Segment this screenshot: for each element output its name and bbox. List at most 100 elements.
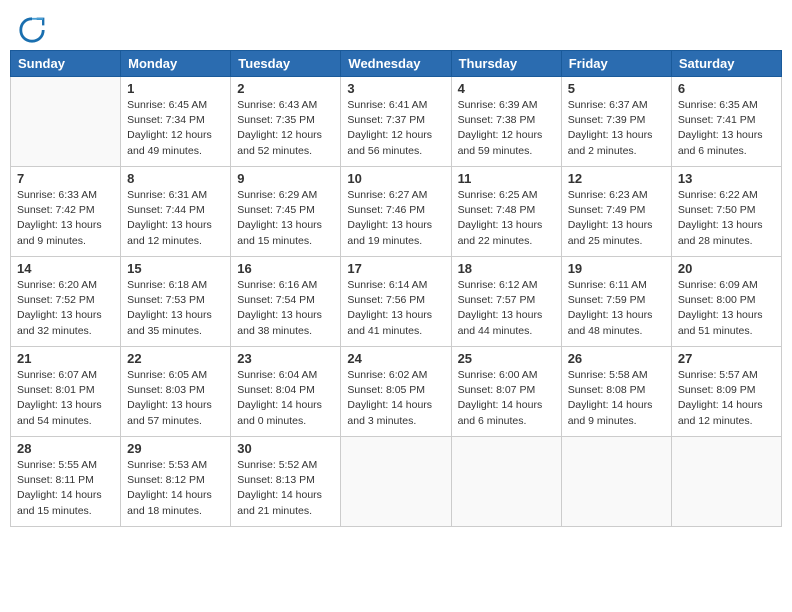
- weekday-header-wednesday: Wednesday: [341, 51, 451, 77]
- day-number: 7: [17, 171, 114, 186]
- calendar-cell: 19 Sunrise: 6:11 AMSunset: 7:59 PMDayligh…: [561, 257, 671, 347]
- calendar-cell: 24 Sunrise: 6:02 AMSunset: 8:05 PMDayligh…: [341, 347, 451, 437]
- calendar-cell: [671, 437, 781, 527]
- calendar-cell: 13Sunrise: 6:22 AMSunset: 7:50 PMDayligh…: [671, 167, 781, 257]
- day-number: 10: [347, 171, 444, 186]
- calendar-cell: 2 Sunrise: 6:43 AMSunset: 7:35 PMDaylight…: [231, 77, 341, 167]
- day-info: Sunrise: 6:37 AMSunset: 7:39 PMDaylight:…: [568, 98, 665, 159]
- day-number: 11: [458, 171, 555, 186]
- day-info: Sunrise: 6:25 AMSunset: 7:48 PMDaylight:…: [458, 188, 555, 249]
- day-info: Sunrise: 6:18 AMSunset: 7:53 PMDaylight:…: [127, 278, 224, 339]
- day-info: Sunrise: 6:35 AMSunset: 7:41 PMDaylight:…: [678, 98, 775, 159]
- week-row-2: 7 Sunrise: 6:33 AMSunset: 7:42 PMDaylight…: [11, 167, 782, 257]
- day-number: 17: [347, 261, 444, 276]
- calendar-cell: 22Sunrise: 6:05 AMSunset: 8:03 PMDayligh…: [121, 347, 231, 437]
- day-info: Sunrise: 6:16 AMSunset: 7:54 PMDaylight:…: [237, 278, 334, 339]
- day-number: 25: [458, 351, 555, 366]
- day-info: Sunrise: 5:55 AMSunset: 8:11 PMDaylight:…: [17, 458, 114, 519]
- week-row-5: 28 Sunrise: 5:55 AMSunset: 8:11 PMDayligh…: [11, 437, 782, 527]
- day-info: Sunrise: 6:27 AMSunset: 7:46 PMDaylight:…: [347, 188, 444, 249]
- day-number: 28: [17, 441, 114, 456]
- calendar-cell: [451, 437, 561, 527]
- calendar-cell: 8 Sunrise: 6:31 AMSunset: 7:44 PMDaylight…: [121, 167, 231, 257]
- day-number: 2: [237, 81, 334, 96]
- weekday-header-thursday: Thursday: [451, 51, 561, 77]
- weekday-header-row: SundayMondayTuesdayWednesdayThursdayFrid…: [11, 51, 782, 77]
- day-number: 4: [458, 81, 555, 96]
- day-number: 23: [237, 351, 334, 366]
- calendar-cell: 5 Sunrise: 6:37 AMSunset: 7:39 PMDaylight…: [561, 77, 671, 167]
- week-row-3: 14Sunrise: 6:20 AMSunset: 7:52 PMDayligh…: [11, 257, 782, 347]
- calendar-cell: 12 Sunrise: 6:23 AMSunset: 7:49 PMDayligh…: [561, 167, 671, 257]
- calendar-cell: 17 Sunrise: 6:14 AMSunset: 7:56 PMDayligh…: [341, 257, 451, 347]
- day-info: Sunrise: 6:20 AMSunset: 7:52 PMDaylight:…: [17, 278, 114, 339]
- calendar-cell: 26Sunrise: 5:58 AMSunset: 8:08 PMDayligh…: [561, 347, 671, 437]
- day-info: Sunrise: 6:41 AMSunset: 7:37 PMDaylight:…: [347, 98, 444, 159]
- day-number: 5: [568, 81, 665, 96]
- day-info: Sunrise: 6:00 AMSunset: 8:07 PMDaylight:…: [458, 368, 555, 429]
- day-number: 20: [678, 261, 775, 276]
- day-info: Sunrise: 5:52 AMSunset: 8:13 PMDaylight:…: [237, 458, 334, 519]
- day-info: Sunrise: 5:57 AMSunset: 8:09 PMDaylight:…: [678, 368, 775, 429]
- calendar-cell: 30 Sunrise: 5:52 AMSunset: 8:13 PMDayligh…: [231, 437, 341, 527]
- calendar-cell: [11, 77, 121, 167]
- day-number: 6: [678, 81, 775, 96]
- week-row-4: 21Sunrise: 6:07 AMSunset: 8:01 PMDayligh…: [11, 347, 782, 437]
- day-number: 9: [237, 171, 334, 186]
- calendar-cell: 21Sunrise: 6:07 AMSunset: 8:01 PMDayligh…: [11, 347, 121, 437]
- day-info: Sunrise: 6:12 AMSunset: 7:57 PMDaylight:…: [458, 278, 555, 339]
- day-info: Sunrise: 6:02 AMSunset: 8:05 PMDaylight:…: [347, 368, 444, 429]
- day-info: Sunrise: 6:09 AMSunset: 8:00 PMDaylight:…: [678, 278, 775, 339]
- day-number: 16: [237, 261, 334, 276]
- day-info: Sunrise: 6:05 AMSunset: 8:03 PMDaylight:…: [127, 368, 224, 429]
- calendar-cell: 18Sunrise: 6:12 AMSunset: 7:57 PMDayligh…: [451, 257, 561, 347]
- calendar-cell: 4 Sunrise: 6:39 AMSunset: 7:38 PMDaylight…: [451, 77, 561, 167]
- day-number: 24: [347, 351, 444, 366]
- calendar-cell: 10 Sunrise: 6:27 AMSunset: 7:46 PMDayligh…: [341, 167, 451, 257]
- logo: [18, 16, 50, 44]
- calendar-cell: [341, 437, 451, 527]
- day-number: 30: [237, 441, 334, 456]
- day-info: Sunrise: 6:29 AMSunset: 7:45 PMDaylight:…: [237, 188, 334, 249]
- weekday-header-monday: Monday: [121, 51, 231, 77]
- calendar-cell: 20 Sunrise: 6:09 AMSunset: 8:00 PMDayligh…: [671, 257, 781, 347]
- day-info: Sunrise: 6:23 AMSunset: 7:49 PMDaylight:…: [568, 188, 665, 249]
- calendar-cell: 25 Sunrise: 6:00 AMSunset: 8:07 PMDayligh…: [451, 347, 561, 437]
- calendar-cell: 16 Sunrise: 6:16 AMSunset: 7:54 PMDayligh…: [231, 257, 341, 347]
- day-number: 3: [347, 81, 444, 96]
- calendar: SundayMondayTuesdayWednesdayThursdayFrid…: [10, 50, 782, 527]
- day-info: Sunrise: 6:45 AMSunset: 7:34 PMDaylight:…: [127, 98, 224, 159]
- day-number: 15: [127, 261, 224, 276]
- day-info: Sunrise: 6:33 AMSunset: 7:42 PMDaylight:…: [17, 188, 114, 249]
- calendar-cell: 11 Sunrise: 6:25 AMSunset: 7:48 PMDayligh…: [451, 167, 561, 257]
- day-info: Sunrise: 6:14 AMSunset: 7:56 PMDaylight:…: [347, 278, 444, 339]
- day-info: Sunrise: 5:53 AMSunset: 8:12 PMDaylight:…: [127, 458, 224, 519]
- weekday-header-friday: Friday: [561, 51, 671, 77]
- weekday-header-sunday: Sunday: [11, 51, 121, 77]
- calendar-cell: 9 Sunrise: 6:29 AMSunset: 7:45 PMDaylight…: [231, 167, 341, 257]
- day-info: Sunrise: 6:22 AMSunset: 7:50 PMDaylight:…: [678, 188, 775, 249]
- day-info: Sunrise: 6:31 AMSunset: 7:44 PMDaylight:…: [127, 188, 224, 249]
- calendar-cell: 23 Sunrise: 6:04 AMSunset: 8:04 PMDayligh…: [231, 347, 341, 437]
- calendar-cell: 7 Sunrise: 6:33 AMSunset: 7:42 PMDaylight…: [11, 167, 121, 257]
- calendar-cell: 27Sunrise: 5:57 AMSunset: 8:09 PMDayligh…: [671, 347, 781, 437]
- day-number: 8: [127, 171, 224, 186]
- calendar-cell: [561, 437, 671, 527]
- day-info: Sunrise: 6:39 AMSunset: 7:38 PMDaylight:…: [458, 98, 555, 159]
- weekday-header-saturday: Saturday: [671, 51, 781, 77]
- calendar-cell: 3 Sunrise: 6:41 AMSunset: 7:37 PMDaylight…: [341, 77, 451, 167]
- calendar-cell: 6 Sunrise: 6:35 AMSunset: 7:41 PMDaylight…: [671, 77, 781, 167]
- weekday-header-tuesday: Tuesday: [231, 51, 341, 77]
- calendar-cell: 29Sunrise: 5:53 AMSunset: 8:12 PMDayligh…: [121, 437, 231, 527]
- day-number: 21: [17, 351, 114, 366]
- day-info: Sunrise: 6:11 AMSunset: 7:59 PMDaylight:…: [568, 278, 665, 339]
- day-info: Sunrise: 5:58 AMSunset: 8:08 PMDaylight:…: [568, 368, 665, 429]
- day-info: Sunrise: 6:04 AMSunset: 8:04 PMDaylight:…: [237, 368, 334, 429]
- day-number: 12: [568, 171, 665, 186]
- calendar-cell: 28 Sunrise: 5:55 AMSunset: 8:11 PMDayligh…: [11, 437, 121, 527]
- day-info: Sunrise: 6:43 AMSunset: 7:35 PMDaylight:…: [237, 98, 334, 159]
- logo-icon: [18, 16, 46, 44]
- day-number: 19: [568, 261, 665, 276]
- calendar-cell: 14Sunrise: 6:20 AMSunset: 7:52 PMDayligh…: [11, 257, 121, 347]
- week-row-1: 1Sunrise: 6:45 AMSunset: 7:34 PMDaylight…: [11, 77, 782, 167]
